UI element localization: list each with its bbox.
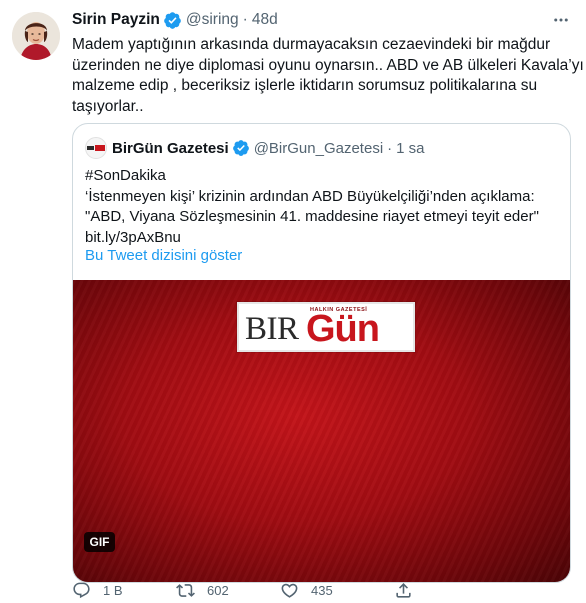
retweet-icon	[176, 583, 195, 597]
quoted-tweet-text: #SonDakika ‘İstenmeyen kişi’ krizinin ar…	[85, 166, 565, 248]
tweet-timestamp[interactable]: 48d	[252, 11, 278, 29]
like-icon	[281, 583, 298, 598]
verified-badge-icon	[232, 140, 249, 156]
quoted-tweet-header: BirGün Gazetesi @BirGun_Gazetesi · 1 sa	[85, 136, 425, 160]
quoted-author-avatar[interactable]	[85, 137, 107, 159]
tweet-text-line: malzeme edip , beceriksiz işlerle iktida…	[72, 77, 538, 94]
quoted-author-name[interactable]: BirGün Gazetesi	[112, 140, 229, 157]
author-avatar[interactable]	[12, 12, 60, 60]
quoted-tweet-timestamp[interactable]: 1 sa	[396, 140, 424, 157]
share-icon	[396, 582, 411, 598]
birgun-logo: HALKIN GAZETESİ BIR Gün	[237, 302, 415, 352]
more-icon[interactable]	[550, 9, 572, 31]
tweet-text-line: Madem yaptığının arkasında durmayacaksın…	[72, 36, 551, 53]
reply-count: 1 B	[103, 582, 123, 598]
header-separator: ·	[242, 11, 248, 28]
retweet-button[interactable]: 602	[176, 578, 229, 602]
logo-bir-text: BIR	[245, 311, 299, 347]
tweet-card[interactable]: Sirin Payzin @siring · 48d Madem yaptığı…	[0, 0, 586, 603]
tweet-text-line: üzerinden ne diye diplomasi oyunu oynars…	[72, 56, 584, 74]
quoted-media-gif[interactable]: HALKIN GAZETESİ BIR Gün GIF	[73, 280, 570, 582]
tweet-text-line: taşıyorlar..	[72, 97, 144, 115]
like-count: 435	[311, 582, 333, 598]
reply-icon	[73, 582, 90, 598]
show-thread-link[interactable]: Bu Tweet dizisini göster	[85, 247, 242, 264]
retweet-count: 602	[207, 582, 229, 598]
quoted-text-line: ‘İstenmeyen kişi’ krizinin ardından ABD …	[85, 187, 535, 205]
share-button[interactable]	[394, 578, 425, 602]
quoted-text-line: bit.ly/3pAxBnu	[85, 228, 181, 246]
quoted-text-line: "ABD, Viyana Sözleşmesinin 41. maddesine…	[85, 208, 539, 225]
author-handle[interactable]: @siring	[186, 11, 239, 29]
tweet-text: Madem yaptığının arkasında durmayacaksın…	[72, 35, 584, 117]
quoted-tweet[interactable]: BirGün Gazetesi @BirGun_Gazetesi · 1 sa …	[72, 123, 571, 583]
quoted-text-line: #SonDakika	[85, 167, 166, 184]
gif-badge: GIF	[84, 532, 115, 552]
like-button[interactable]: 435	[280, 578, 333, 602]
verified-badge-icon	[164, 11, 181, 29]
reply-button[interactable]: 1 B	[72, 578, 123, 602]
tweet-actions: 1 B 602 435	[72, 578, 572, 602]
quoted-author-handle[interactable]: @BirGun_Gazetesi	[254, 140, 383, 157]
author-name[interactable]: Sirin Payzin	[72, 11, 160, 29]
quoted-header-separator: ·	[387, 139, 393, 157]
logo-gun-text: Gün	[306, 308, 380, 350]
tweet-header: Sirin Payzin @siring · 48d	[72, 9, 278, 31]
